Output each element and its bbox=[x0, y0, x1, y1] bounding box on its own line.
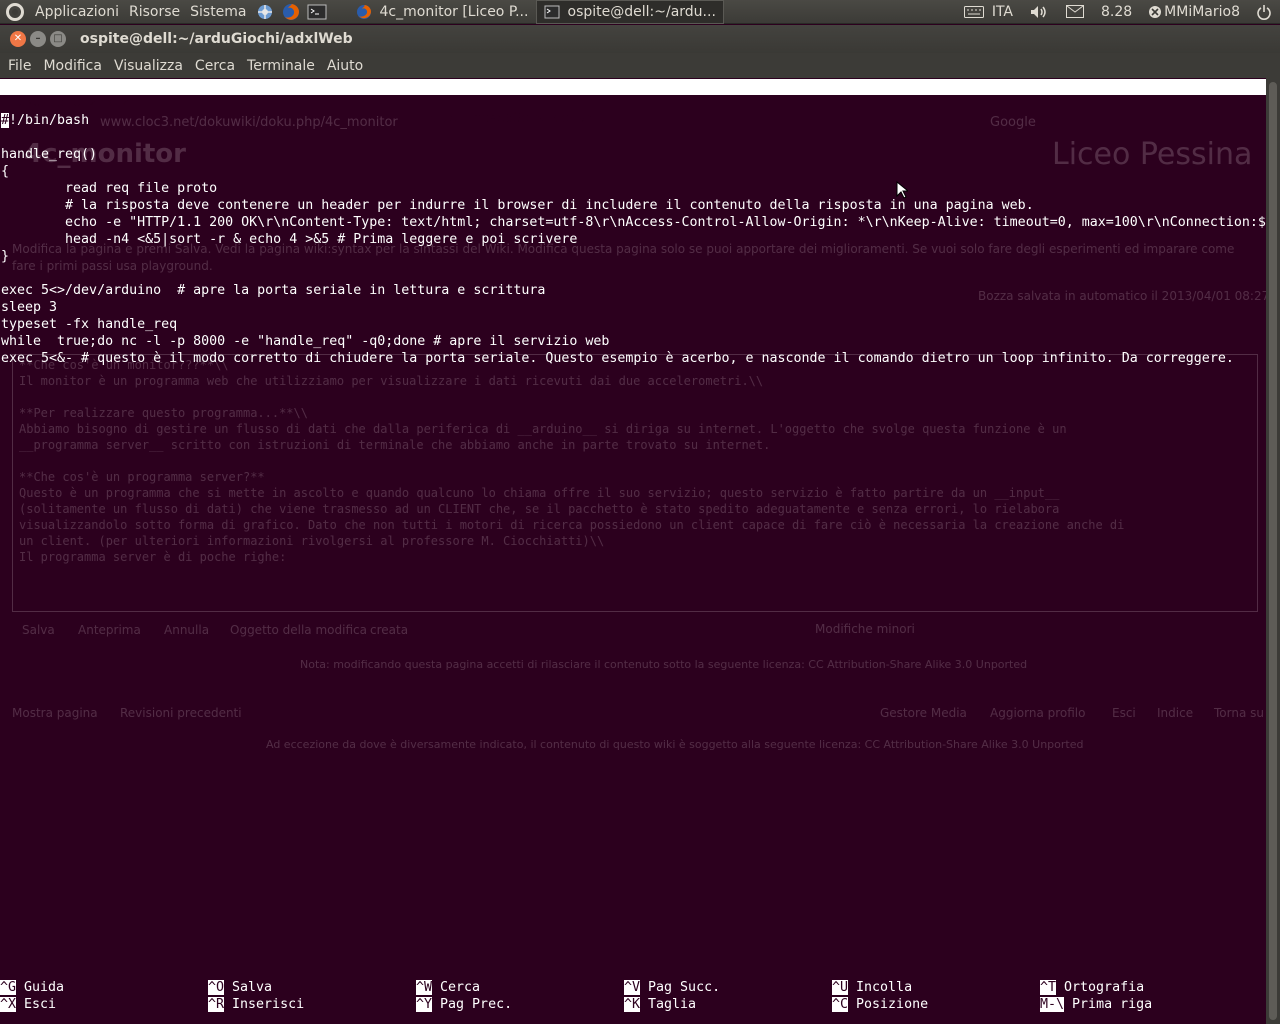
ghost-editor-line: (solitamente un flusso di dati) che vien… bbox=[19, 502, 1060, 516]
shortcut-taglia[interactable]: ^K Taglia bbox=[624, 996, 696, 1013]
top-panel: Applicazioni Risorse Sistema 4c_monitor … bbox=[0, 0, 1280, 24]
ghost-summary-label: Oggetto della modifica bbox=[230, 623, 367, 637]
system-tray: ITA 8.28 MMiMario8 bbox=[956, 0, 1280, 24]
taskbar-firefox-window[interactable]: 4c_monitor [Liceo P... bbox=[348, 0, 536, 24]
applications-menu[interactable]: Applicazioni bbox=[30, 4, 124, 20]
ghost-summary-value: creata bbox=[370, 623, 409, 637]
menu-terminale[interactable]: Terminale bbox=[241, 58, 321, 74]
menu-aiuto[interactable]: Aiuto bbox=[321, 58, 369, 74]
ghost-editor-line: Abbiamo bisogno di gestire un flusso di … bbox=[19, 422, 1067, 436]
mouse-pointer-icon bbox=[896, 181, 908, 199]
ghost-footer-note: Ad eccezione da dove è diversamente indi… bbox=[266, 738, 1084, 751]
nano-shortcut-bar: ^G Guida ^X Esci ^O Salva ^R Inserisci ^… bbox=[0, 979, 1266, 1013]
ghost-editor-line: Il monitor è un programma web che utiliz… bbox=[19, 374, 764, 388]
network-launcher-icon[interactable] bbox=[254, 2, 276, 22]
shortcut-esci[interactable]: ^X Esci bbox=[0, 996, 56, 1013]
user-name[interactable]: MMiMario8 bbox=[1164, 4, 1240, 20]
firefox-icon bbox=[356, 4, 371, 19]
shortcut-ortografia[interactable]: ^T Ortografia bbox=[1040, 979, 1144, 996]
maximize-icon[interactable]: □ bbox=[50, 31, 66, 47]
ghost-editor-line: **Che cos'è un programma server?** bbox=[19, 470, 265, 484]
nano-titlebar: GNU nano 2.3.2 File: ncWebService.sh bbox=[0, 79, 1266, 126]
nano-editor-buffer[interactable]: #!/bin/bash handle_req() { read req file… bbox=[1, 112, 1266, 367]
places-menu[interactable]: Risorse bbox=[124, 4, 185, 20]
keyboard-icon[interactable] bbox=[963, 5, 984, 19]
ghost-bottom-left-0: Mostra pagina bbox=[12, 706, 98, 720]
close-icon[interactable]: ✕ bbox=[10, 31, 26, 47]
clock[interactable]: 8.28 bbox=[1101, 4, 1132, 20]
taskbar-terminal-label: ospite@dell:~/ardu... bbox=[567, 3, 716, 20]
power-icon[interactable] bbox=[1256, 4, 1272, 20]
taskbar-firefox-label: 4c_monitor [Liceo P... bbox=[379, 3, 529, 20]
volume-icon[interactable] bbox=[1029, 5, 1049, 19]
ghost-bottom-right-2: Esci bbox=[1112, 706, 1136, 720]
ghost-editor-line: un client. (per ulteriori informazioni r… bbox=[19, 534, 605, 548]
ghost-btn-anteprima: Anteprima bbox=[78, 623, 141, 637]
nano-version: GNU nano 2.3.2 bbox=[17, 95, 130, 110]
menu-file[interactable]: File bbox=[2, 58, 37, 74]
shortcut-pag-succ[interactable]: ^V Pag Succ. bbox=[624, 979, 720, 996]
ghost-editor-line: Questo è un programma che si mette in as… bbox=[19, 486, 1060, 500]
terminal-launcher-icon[interactable] bbox=[306, 2, 328, 22]
taskbar-terminal-window[interactable]: ospite@dell:~/ardu... bbox=[535, 0, 724, 24]
shortcut-inserisci[interactable]: ^R Inserisci bbox=[208, 996, 304, 1013]
text-cursor: # bbox=[1, 113, 10, 128]
ghost-license-note: Nota: modificando questa pagina accetti … bbox=[300, 658, 1028, 671]
ghost-bottom-right-3: Indice bbox=[1157, 706, 1194, 720]
terminal-icon bbox=[544, 5, 560, 18]
menu-visualizza[interactable]: Visualizza bbox=[108, 58, 189, 74]
ghost-editor-line: Il programma server è di poche righe: bbox=[19, 550, 287, 564]
window-title: ospite@dell:~/arduGiochi/adxlWeb bbox=[80, 31, 353, 47]
ghost-editor-line: __programma server__ scritto con istruzi… bbox=[19, 438, 771, 452]
file-content: !/bin/bash handle_req() { read req file … bbox=[1, 113, 1266, 366]
ubuntu-logo-icon[interactable] bbox=[6, 2, 24, 21]
keyboard-layout-indicator[interactable]: ITA bbox=[992, 4, 1013, 20]
menu-modifica[interactable]: Modifica bbox=[37, 58, 108, 74]
ghost-editor-box bbox=[12, 354, 1258, 612]
terminal-area[interactable]: www.cloc3.net/dokuwiki/doku.php/4c_monit… bbox=[0, 78, 1266, 1024]
ghost-editor-line: **Per realizzare questo programma...**\\ bbox=[19, 406, 308, 420]
ghost-bottom-left-1: Revisioni precedenti bbox=[120, 706, 242, 720]
shortcut-prima-riga[interactable]: M-\ Prima riga bbox=[1040, 996, 1152, 1013]
shortcut-cerca[interactable]: ^W Cerca bbox=[416, 979, 480, 996]
menubar: File Modifica Visualizza Cerca Terminale… bbox=[0, 53, 1280, 78]
minimize-icon[interactable]: – bbox=[30, 31, 46, 47]
ghost-bottom-right-1: Aggiorna profilo bbox=[990, 706, 1086, 720]
ghost-minor-label: Modifiche minori bbox=[815, 622, 915, 636]
firefox-launcher-icon[interactable] bbox=[280, 2, 302, 22]
menu-cerca[interactable]: Cerca bbox=[189, 58, 241, 74]
shortcut-pag-prec[interactable]: ^Y Pag Prec. bbox=[416, 996, 512, 1013]
mail-icon[interactable] bbox=[1065, 5, 1085, 19]
shortcut-guida[interactable]: ^G Guida bbox=[0, 979, 64, 996]
scrollbar-thumb[interactable] bbox=[1269, 82, 1277, 1020]
ghost-bottom-right-4: Torna su bbox=[1214, 706, 1264, 720]
shortcut-posizione[interactable]: ^C Posizione bbox=[832, 996, 928, 1013]
shortcut-salva[interactable]: ^O Salva bbox=[208, 979, 272, 996]
window-titlebar[interactable]: ✕ – □ ospite@dell:~/arduGiochi/adxlWeb bbox=[0, 25, 1280, 53]
shortcut-incolla[interactable]: ^U Incolla bbox=[832, 979, 912, 996]
terminal-scrollbar[interactable] bbox=[1266, 78, 1280, 1024]
user-status-icon[interactable] bbox=[1148, 5, 1162, 19]
ghost-editor-line: visualizzandolo sotto forma di grafico. … bbox=[19, 518, 1125, 532]
ghost-bottom-right-0: Gestore Media bbox=[880, 706, 967, 720]
ghost-btn-salva: Salva bbox=[22, 623, 55, 637]
ghost-btn-annulla: Annulla bbox=[164, 623, 210, 637]
system-menu[interactable]: Sistema bbox=[185, 4, 251, 20]
